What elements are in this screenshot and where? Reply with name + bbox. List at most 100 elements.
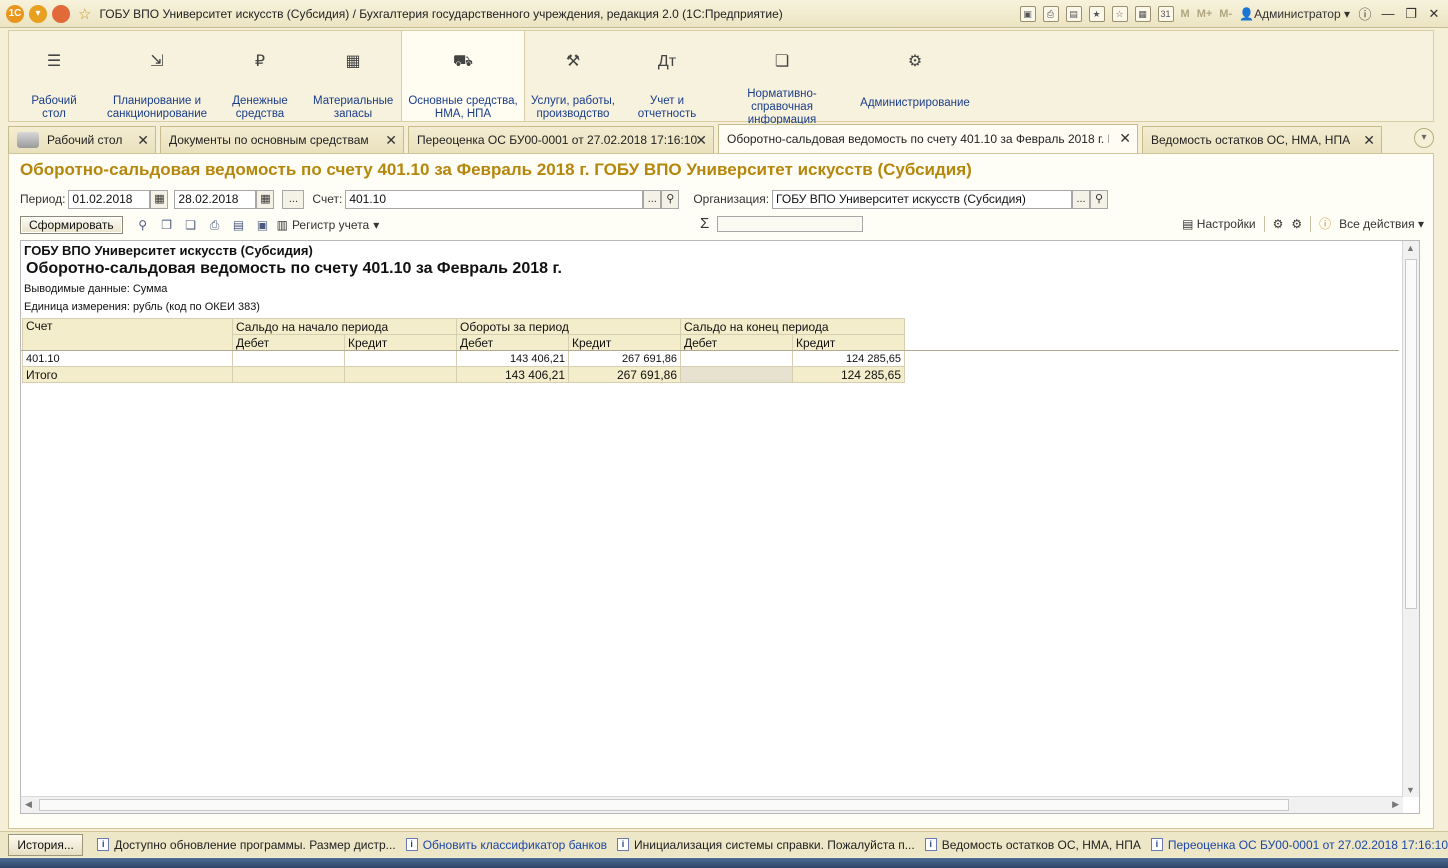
load-settings-icon[interactable]: ⚙	[1273, 217, 1284, 231]
row-turn-credit[interactable]: 267 691,86	[568, 350, 681, 367]
preview-icon[interactable]: ▤	[231, 217, 247, 233]
horizontal-scrollbar[interactable]: ◀ ▶	[21, 796, 1403, 813]
favorites-star-icon[interactable]: ☆	[78, 5, 91, 23]
current-user[interactable]: 👤Администратор ▾	[1239, 7, 1350, 21]
close-icon[interactable]: ✕	[1426, 6, 1442, 22]
tab-balance-statement[interactable]: Ведомость остатков ОС, НМА, НПА ✕	[1142, 126, 1382, 153]
section-accounting[interactable]: Дт Учет и отчетность	[621, 31, 713, 121]
tab-desktop[interactable]: Рабочий стол ✕	[8, 126, 156, 153]
calendar-icon[interactable]: 31	[1157, 5, 1174, 22]
account-field[interactable]: 401.10	[345, 189, 644, 209]
notification-balance[interactable]: i Ведомость остатков ОС, НМА, НПА	[924, 838, 1141, 852]
account-search-icon[interactable]: ⚲	[661, 189, 680, 209]
notification-revaluation[interactable]: i Переоценка ОС БУ00-0001 от 27.02.2018 …	[1150, 838, 1448, 852]
memory-mminus-button[interactable]: M-	[1219, 8, 1232, 20]
scroll-right-icon[interactable]: ▶	[1392, 799, 1399, 810]
account-select-button[interactable]: ...	[643, 189, 662, 209]
save-icon[interactable]: ▣	[255, 217, 271, 233]
all-actions-button[interactable]: Все действия ▾	[1339, 217, 1424, 231]
main-menu-icon[interactable]: ▾	[29, 4, 47, 23]
help-icon[interactable]: ⓘ	[1319, 215, 1331, 232]
app-logo-icon[interactable]: 1С	[6, 4, 24, 23]
scroll-left-icon[interactable]: ◀	[25, 799, 32, 810]
total-open-credit[interactable]	[344, 366, 457, 383]
section-reference[interactable]: ❏ Нормативно-справочная информация	[713, 31, 851, 127]
total-turn-debit[interactable]: 143 406,21	[456, 366, 569, 383]
vertical-scroll-thumb[interactable]	[1405, 259, 1417, 609]
row-open-debit[interactable]	[232, 350, 345, 367]
notification-update[interactable]: i Доступно обновление программы. Размер …	[97, 838, 396, 852]
search-icon[interactable]: ⚲	[135, 217, 151, 233]
row-open-credit[interactable]	[344, 350, 457, 367]
copy-icon[interactable]: ❐	[159, 217, 175, 233]
total-label[interactable]: Итого	[22, 366, 233, 383]
info-icon[interactable]: ⓘ	[1357, 4, 1373, 23]
tab-close-icon[interactable]: ✕	[695, 132, 707, 149]
date-to-field[interactable]: 28.02.2018	[174, 189, 257, 209]
minimize-icon[interactable]: —	[1380, 6, 1396, 21]
org-select-button[interactable]: ...	[1072, 189, 1091, 209]
scroll-up-icon[interactable]: ▲	[1406, 243, 1415, 253]
scroll-down-icon[interactable]: ▼	[1406, 785, 1415, 795]
tab-close-icon[interactable]: ✕	[1363, 132, 1375, 149]
section-services[interactable]: ⚒ Услуги, работы, производство	[525, 31, 621, 121]
tab-fixed-assets-docs[interactable]: Документы по основным средствам ✕	[160, 126, 404, 153]
horizontal-scroll-thumb[interactable]	[39, 799, 1289, 811]
memory-mplus-button[interactable]: M+	[1197, 8, 1213, 20]
header-close-credit: Кредит	[792, 334, 905, 351]
register-button[interactable]: ▥ Регистр учета ▾	[277, 218, 380, 232]
section-desktop[interactable]: ☰ Рабочий стол	[9, 31, 99, 121]
os-taskbar	[0, 858, 1448, 868]
tab-revaluation[interactable]: Переоценка ОС БУ00-0001 от 27.02.2018 17…	[408, 126, 714, 153]
tab-turnover-report[interactable]: Оборотно-сальдовая ведомость по счету 40…	[718, 124, 1138, 153]
favorites-icon[interactable]: ☆	[1111, 5, 1128, 22]
save-settings-icon[interactable]: ⚙	[1291, 217, 1302, 231]
date-from-calendar-icon[interactable]: ▦	[150, 189, 169, 209]
total-close-debit[interactable]	[680, 366, 793, 383]
total-turn-credit[interactable]: 267 691,86	[568, 366, 681, 383]
section-planning[interactable]: ⇲ Планирование и санкционирование	[99, 31, 215, 121]
sum-field[interactable]	[717, 216, 863, 232]
print-icon[interactable]: ⎙	[1042, 5, 1059, 22]
register-icon: ▥	[276, 218, 288, 232]
org-search-icon[interactable]: ⚲	[1090, 189, 1109, 209]
row-account[interactable]: 401.10	[22, 350, 233, 367]
date-to-calendar-icon[interactable]: ▦	[256, 189, 275, 209]
tab-close-icon[interactable]: ✕	[1119, 130, 1131, 147]
total-close-credit[interactable]: 124 285,65	[792, 366, 905, 383]
tabs-more-icon[interactable]: ▾	[1414, 128, 1434, 148]
save-icon[interactable]: ▣	[1019, 5, 1036, 22]
header-turn-debit: Дебет	[456, 334, 569, 351]
tab-close-icon[interactable]: ✕	[385, 132, 397, 149]
calculator-icon[interactable]: ▦	[1134, 5, 1151, 22]
gear-icon: ⚙	[907, 53, 923, 70]
section-money[interactable]: ₽ Денежные средства	[215, 31, 305, 121]
restore-icon[interactable]: ❐	[1403, 6, 1419, 22]
close-window-icon[interactable]	[52, 4, 70, 23]
section-materials[interactable]: ▦ Материальные запасы	[305, 31, 401, 121]
settings-button[interactable]: ▤ Настройки	[1182, 217, 1256, 231]
vertical-scrollbar[interactable]: ▲ ▼	[1402, 241, 1419, 797]
row-turn-debit[interactable]: 143 406,21	[456, 350, 569, 367]
org-field[interactable]: ГОБУ ВПО Университет искусств (Субсидия)	[772, 189, 1073, 209]
tab-close-icon[interactable]: ✕	[137, 132, 149, 149]
section-fixed-assets[interactable]: ⛟ Основные средства, НМА, НПА	[401, 31, 525, 121]
header-closing: Сальдо на конец периода	[680, 318, 905, 335]
row-close-credit[interactable]: 124 285,65	[792, 350, 905, 367]
notification-help[interactable]: i Инициализация системы справки. Пожалуй…	[617, 838, 915, 852]
history-button[interactable]: История...	[8, 833, 84, 856]
total-open-debit[interactable]	[232, 366, 345, 383]
add-favorite-icon[interactable]: ★	[1088, 5, 1105, 22]
preview-icon[interactable]: ▤	[1065, 5, 1082, 22]
print-icon[interactable]: ⎙	[207, 217, 223, 233]
section-admin[interactable]: ⚙ Администрирование	[851, 31, 979, 121]
date-from-field[interactable]: 01.02.2018	[68, 189, 151, 209]
period-select-button[interactable]: ...	[282, 189, 305, 209]
notification-banks[interactable]: i Обновить классификатор банков	[405, 838, 607, 852]
paste-icon[interactable]: ❏	[183, 217, 199, 233]
generate-button[interactable]: Сформировать	[20, 216, 123, 234]
memory-m-button[interactable]: M	[1181, 8, 1190, 20]
report-params: Период: 01.02.2018 ▦ 28.02.2018 ▦ ... Сч…	[20, 189, 1109, 209]
header-turn-credit: Кредит	[568, 334, 681, 351]
row-close-debit[interactable]	[680, 350, 793, 367]
